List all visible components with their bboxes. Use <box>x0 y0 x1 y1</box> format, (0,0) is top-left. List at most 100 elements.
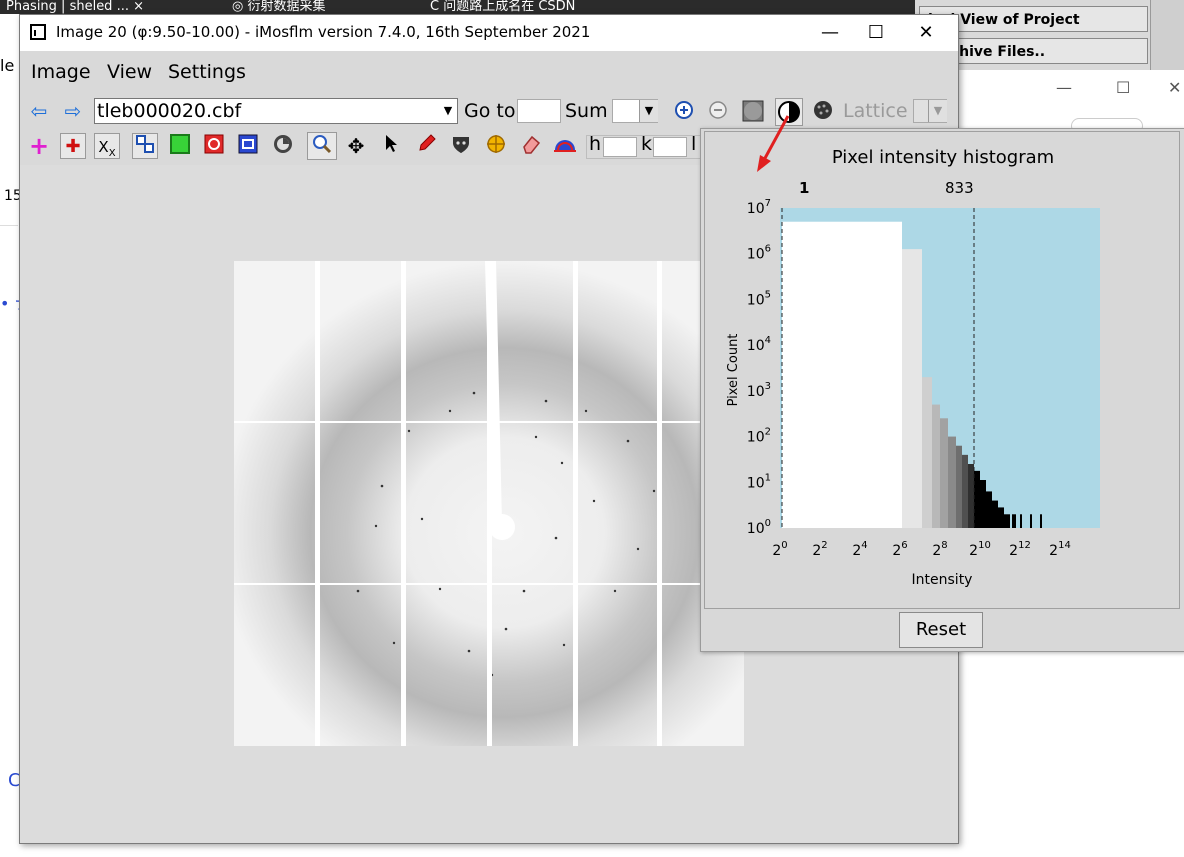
crosshair-icon[interactable] <box>483 133 509 159</box>
background-tab: Phasing | sheled ... × <box>6 0 144 14</box>
lattice-select[interactable]: ▼ <box>913 99 947 123</box>
l-label: l <box>691 133 697 155</box>
histogram-bar <box>902 249 922 528</box>
image-file-combo[interactable]: tleb000020.cbf ▼ <box>94 98 458 124</box>
background-window: — ☐ ✕ <box>955 70 1184 134</box>
pan-icon[interactable]: ✥ <box>343 133 369 159</box>
shield-mask-icon[interactable] <box>448 133 474 159</box>
blue-mask-icon[interactable] <box>235 133 261 159</box>
remove-spot-icon[interactable]: ✚ <box>60 133 86 159</box>
goto-input[interactable] <box>517 99 561 123</box>
bg-text-fragment: le <box>0 56 15 75</box>
histogram-bar <box>998 507 1004 528</box>
menu-view[interactable]: View <box>107 61 152 83</box>
x-tick-label: 26 <box>892 540 907 559</box>
resolution-icon[interactable] <box>552 133 578 159</box>
red-mask-icon[interactable] <box>201 133 227 159</box>
zoom-in-icon[interactable] <box>671 99 697 125</box>
x-tick-label: 212 <box>1009 540 1031 559</box>
background-tab: ◎ 衍射数据采集 <box>232 0 326 14</box>
spot-mask-icon[interactable] <box>810 99 836 125</box>
x-tick-label: 24 <box>852 540 867 559</box>
y-tick-label: 106 <box>747 244 771 263</box>
sum-label: Sum <box>565 100 608 122</box>
pencil-icon[interactable] <box>414 133 440 159</box>
chevron-down-icon: ▼ <box>928 100 947 122</box>
window-title: Image 20 (φ:9.50-10.00) - iMosflm versio… <box>56 23 591 41</box>
goto-label: Go to <box>464 100 516 122</box>
x-tick-label: 28 <box>932 540 947 559</box>
h-label: h <box>589 133 602 155</box>
overlay-boxes-icon[interactable] <box>132 133 158 159</box>
histogram-window: Pixel intensity histogram 1 833 100 101 10… <box>700 128 1184 652</box>
app-icon <box>30 24 46 40</box>
histogram-bar <box>956 445 962 528</box>
x-tick-label: 210 <box>969 540 991 559</box>
menu-bar: Image View Settings <box>20 53 958 91</box>
next-image-icon[interactable]: ⇨ <box>60 98 86 124</box>
histogram-bar <box>940 418 948 528</box>
h-input[interactable] <box>603 137 637 157</box>
chevron-down-icon: ▼ <box>639 100 658 122</box>
histogram-bar <box>1030 514 1032 528</box>
bg-close-icon: ✕ <box>1168 78 1182 97</box>
y-tick-label: 100 <box>747 518 771 537</box>
maximize-button[interactable]: ☐ <box>856 19 896 47</box>
beam-centre-icon[interactable] <box>270 133 296 159</box>
navigation-toolbar: ⇦ ⇨ tleb000020.cbf ▼ Go to Sum ▼ Lattice… <box>20 95 958 127</box>
histogram-bar <box>992 500 998 528</box>
background-tab: C 问题路上成名在 CSDN <box>430 0 576 14</box>
y-tick-label: 104 <box>747 335 771 354</box>
zoom-out-icon[interactable] <box>705 99 731 125</box>
y-tick-label: 102 <box>747 427 771 446</box>
histogram-bar <box>986 491 992 528</box>
reset-button[interactable]: Reset <box>899 612 983 648</box>
histogram-bar <box>948 436 956 528</box>
y-tick-label: 101 <box>747 472 771 491</box>
histogram-bar <box>922 377 932 528</box>
pointer-icon[interactable] <box>378 133 404 159</box>
chevron-down-icon[interactable]: ▼ <box>439 100 457 122</box>
bg-minimize-icon: — <box>1056 78 1072 97</box>
histogram-bar <box>782 221 902 528</box>
lattice-label: Lattice <box>843 100 908 122</box>
histogram-bar <box>932 404 940 528</box>
magnifier-icon[interactable] <box>307 132 337 160</box>
menu-settings[interactable]: Settings <box>168 61 246 83</box>
k-input[interactable] <box>653 137 687 157</box>
close-button[interactable]: ✕ <box>906 19 946 47</box>
x-tick-label: 22 <box>812 540 827 559</box>
sum-select[interactable]: ▼ <box>612 99 658 123</box>
diffraction-image[interactable] <box>234 261 744 746</box>
minimize-button[interactable]: — <box>810 19 850 47</box>
x-tick-label: 20 <box>772 540 787 559</box>
title-bar[interactable]: Image 20 (φ:9.50-10.00) - iMosflm versio… <box>20 15 958 51</box>
menu-image[interactable]: Image <box>31 61 91 83</box>
previous-image-icon[interactable]: ⇦ <box>26 98 52 124</box>
histogram-bar <box>974 470 980 528</box>
bg-divider <box>0 225 18 226</box>
histogram-bar <box>1040 514 1042 528</box>
image-file-name: tleb000020.cbf <box>97 100 242 122</box>
histogram-bar <box>962 454 968 528</box>
add-spot-icon[interactable]: + <box>26 133 52 159</box>
eraser-icon[interactable] <box>518 133 544 159</box>
x-axis-label: Intensity <box>912 572 973 588</box>
y-tick-label: 107 <box>747 198 771 217</box>
histogram-bar <box>968 464 974 528</box>
y-tick-label: 105 <box>747 289 771 308</box>
histogram-plot[interactable]: 100 101 102 103 104 105 106 107 20 22 24 26 28 210 21… <box>701 129 1184 609</box>
k-label: k <box>641 133 653 155</box>
histogram-bar <box>1020 514 1022 528</box>
green-box-icon[interactable] <box>167 133 193 159</box>
bg-maximize-icon: ☐ <box>1116 78 1131 97</box>
predictions-icon[interactable]: XX <box>94 133 120 159</box>
background-scrollbar <box>1150 0 1184 70</box>
histogram-bar <box>1004 514 1010 528</box>
histogram-bar <box>1012 514 1016 528</box>
x-tick-label: 214 <box>1049 540 1071 559</box>
histogram-bar <box>980 480 986 528</box>
y-axis-label: Pixel Count <box>726 334 741 407</box>
y-tick-label: 103 <box>747 381 771 400</box>
annotation-arrow <box>757 115 790 172</box>
